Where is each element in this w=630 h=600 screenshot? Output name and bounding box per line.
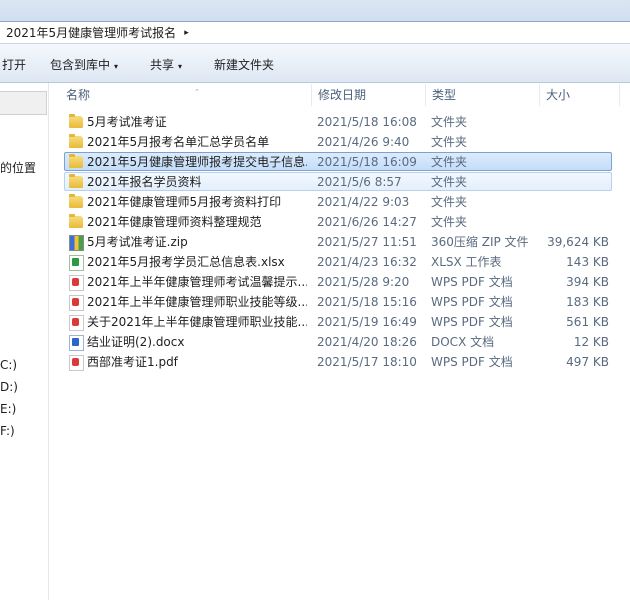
file-modified-date: 2021/4/26 9:40 <box>317 135 410 149</box>
file-type: 文件夹 <box>431 155 468 169</box>
file-type: WPS PDF 文档 <box>431 315 513 329</box>
column-header-size[interactable]: 大小 <box>540 84 620 106</box>
file-name: 关于2021年上半年健康管理师职业技能... <box>87 315 307 329</box>
file-modified-date: 2021/5/18 16:08 <box>317 115 417 129</box>
file-name: 2021年上半年健康管理师考试温馨提示.... <box>87 275 307 289</box>
breadcrumb[interactable]: 2021年5月健康管理师考试报名 ▸ <box>0 21 630 43</box>
nav-search-box[interactable] <box>0 91 47 115</box>
file-modified-date: 2021/5/28 9:20 <box>317 275 410 289</box>
file-name: 2021年5月报考名单汇总学员名单 <box>87 135 270 149</box>
breadcrumb-arrow-icon[interactable]: ▸ <box>184 28 189 38</box>
file-type: DOCX 文档 <box>431 335 495 349</box>
share-button[interactable]: 共享 ▾ <box>150 56 182 73</box>
sort-up-icon: ⌃ <box>194 88 200 96</box>
file-modified-date: 2021/5/18 16:09 <box>317 155 417 169</box>
open-button[interactable]: 打开 <box>2 56 26 73</box>
file-size: 143 KB <box>566 255 609 269</box>
file-name: 2021年上半年健康管理师职业技能等级... <box>87 295 307 309</box>
file-name: 结业证明(2).docx <box>87 335 185 349</box>
new-folder-button[interactable]: 新建文件夹 <box>214 56 274 73</box>
navigation-pane: 的位置 C:) D:) E:) F:) <box>0 83 49 600</box>
column-header-name-label: 名称 <box>66 88 91 102</box>
file-type: XLSX 工作表 <box>431 255 502 269</box>
include-in-library-button[interactable]: 包含到库中 ▾ <box>50 56 118 73</box>
breadcrumb-item[interactable]: 2021年5月健康管理师考试报名 <box>6 24 176 41</box>
nav-item-drive-c[interactable]: C:) <box>0 358 17 372</box>
file-modified-date: 2021/5/6 8:57 <box>317 175 402 189</box>
file-modified-date: 2021/4/23 16:32 <box>317 255 417 269</box>
file-size: 561 KB <box>566 315 609 329</box>
file-row[interactable]: 2021年5月报考学员汇总信息表.xlsx 2021/4/23 16:32 XLSX… <box>64 252 612 271</box>
file-name: 5月考试准考证.zip <box>87 235 188 249</box>
file-row[interactable]: 关于2021年上半年健康管理师职业技能... 2021/5/19 16:49 WPS… <box>64 312 612 331</box>
folder-icon <box>69 214 83 228</box>
file-name: 2021年报名学员资料 <box>87 175 202 189</box>
file-modified-date: 2021/5/17 18:10 <box>317 355 417 369</box>
nav-item-drive-e[interactable]: E:) <box>0 402 16 416</box>
file-modified-date: 2021/5/18 15:16 <box>317 295 417 309</box>
column-header-date[interactable]: 修改日期 <box>312 84 426 106</box>
file-name: 2021年健康管理师资料整理规范 <box>87 215 262 229</box>
file-name: 2021年5月健康管理师报考提交电子信息... <box>87 155 307 169</box>
command-bar: 打开 包含到库中 ▾ 共享 ▾ 新建文件夹 <box>0 44 630 83</box>
xlsx-icon <box>69 255 84 271</box>
file-type: 360压缩 ZIP 文件 <box>431 235 529 249</box>
pdf-icon <box>69 295 84 311</box>
pdf-icon <box>69 355 84 371</box>
file-type: 文件夹 <box>431 115 468 129</box>
pdf-icon <box>69 275 84 291</box>
file-row[interactable]: 结业证明(2).docx 2021/4/20 18:26 DOCX 文档 12 KB <box>64 332 612 351</box>
file-row[interactable]: 5月考试准考证 2021/5/18 16:08 文件夹 <box>64 112 612 131</box>
docx-icon <box>69 335 84 351</box>
file-size: 497 KB <box>566 355 609 369</box>
column-header: 名称 ⌃ 修改日期 类型 大小 <box>50 84 630 106</box>
file-modified-date: 2021/4/22 9:03 <box>317 195 410 209</box>
pdf-icon <box>69 315 84 331</box>
file-size: 39,624 KB <box>547 235 609 249</box>
file-name: 2021年5月报考学员汇总信息表.xlsx <box>87 255 285 269</box>
nav-item-drive-d[interactable]: D:) <box>0 380 18 394</box>
file-modified-date: 2021/5/27 11:51 <box>317 235 417 249</box>
file-row[interactable]: 2021年5月报考名单汇总学员名单 2021/4/26 9:40 文件夹 <box>64 132 612 151</box>
file-name: 2021年健康管理师5月报考资料打印 <box>87 195 282 209</box>
folder-icon <box>69 154 83 168</box>
column-header-type[interactable]: 类型 <box>426 84 540 106</box>
chevron-down-icon: ▾ <box>114 62 119 71</box>
file-type: 文件夹 <box>431 175 468 189</box>
file-row[interactable]: 2021年上半年健康管理师考试温馨提示.... 2021/5/28 9:20 WPS… <box>64 272 612 291</box>
file-row[interactable]: 西部准考证1.pdf 2021/5/17 18:10 WPS PDF 文档 497 K… <box>64 352 612 371</box>
file-row[interactable]: 2021年报名学员资料 2021/5/6 8:57 文件夹 <box>64 172 612 191</box>
file-row[interactable]: 2021年上半年健康管理师职业技能等级... 2021/5/18 15:16 WPS… <box>64 292 612 311</box>
file-type: WPS PDF 文档 <box>431 275 513 289</box>
file-modified-date: 2021/6/26 14:27 <box>317 215 417 229</box>
address-bar[interactable]: 2021年5月健康管理师考试报名 ▸ <box>0 0 630 45</box>
file-type: WPS PDF 文档 <box>431 355 513 369</box>
file-type: 文件夹 <box>431 215 468 229</box>
file-type: WPS PDF 文档 <box>431 295 513 309</box>
column-header-name[interactable]: 名称 ⌃ <box>60 84 312 106</box>
folder-icon <box>69 194 83 208</box>
zip-icon <box>69 235 84 251</box>
chevron-down-icon: ▾ <box>178 62 183 71</box>
file-name: 西部准考证1.pdf <box>87 355 178 369</box>
nav-item-drive-f[interactable]: F:) <box>0 424 15 438</box>
file-row[interactable]: 2021年健康管理师5月报考资料打印 2021/4/22 9:03 文件夹 <box>64 192 612 211</box>
folder-icon <box>69 174 83 188</box>
file-modified-date: 2021/4/20 18:26 <box>317 335 417 349</box>
file-modified-date: 2021/5/19 16:49 <box>317 315 417 329</box>
file-type: 文件夹 <box>431 195 468 209</box>
file-row[interactable]: 2021年健康管理师资料整理规范 2021/6/26 14:27 文件夹 <box>64 212 612 231</box>
include-in-library-label: 包含到库中 <box>50 58 111 72</box>
nav-item-recent-places[interactable]: 的位置 <box>0 159 36 176</box>
file-size: 394 KB <box>566 275 609 289</box>
folder-icon <box>69 114 83 128</box>
file-name: 5月考试准考证 <box>87 115 167 129</box>
file-type: 文件夹 <box>431 135 468 149</box>
file-row[interactable]: 2021年5月健康管理师报考提交电子信息... 2021/5/18 16:09 文件… <box>64 152 612 171</box>
file-size: 12 KB <box>573 335 609 349</box>
file-size: 183 KB <box>566 295 609 309</box>
folder-icon <box>69 134 83 148</box>
file-row[interactable]: 5月考试准考证.zip 2021/5/27 11:51 360压缩 ZIP 文件 39… <box>64 232 612 251</box>
share-label: 共享 <box>150 58 175 72</box>
